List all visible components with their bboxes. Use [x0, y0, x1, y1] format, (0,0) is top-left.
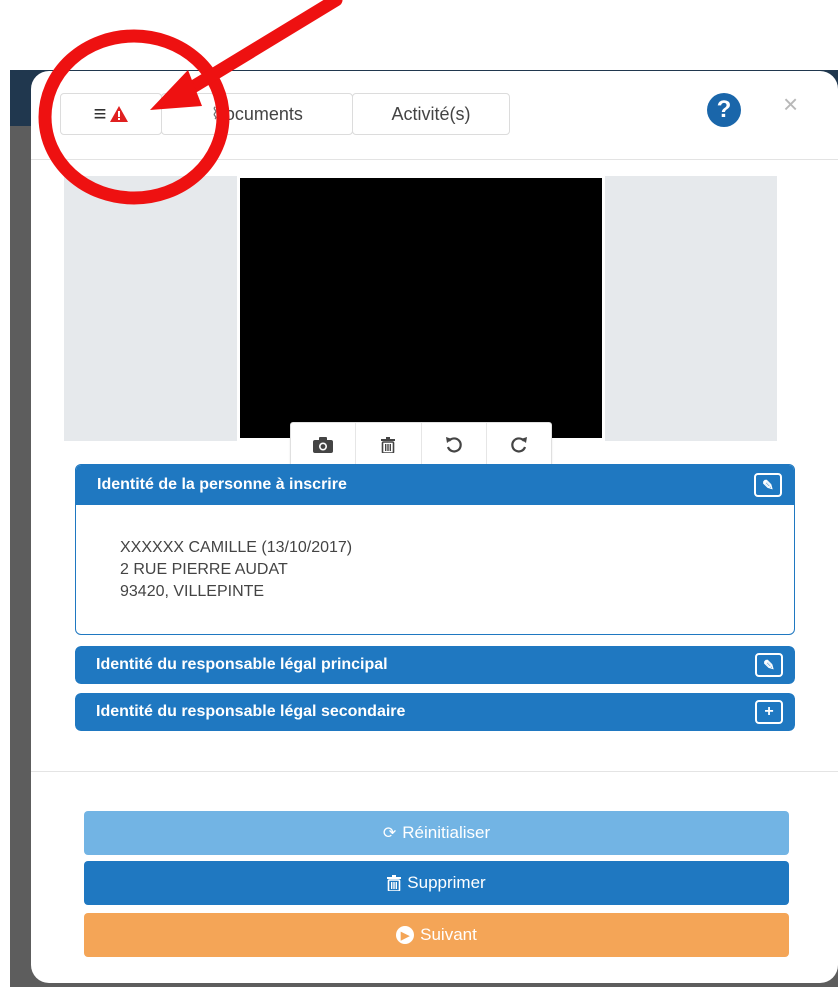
- close-icon[interactable]: ×: [783, 91, 798, 117]
- add-button[interactable]: +: [755, 700, 783, 724]
- photo-toolbar: [290, 422, 552, 468]
- rotate-right-icon: [511, 437, 527, 453]
- photo-preview: [240, 178, 602, 438]
- person-address-line: 2 RUE PIERRE AUDAT: [120, 561, 288, 578]
- camera-icon: [313, 437, 334, 453]
- close-glyph: ×: [783, 89, 799, 119]
- tab-documents[interactable]: ⌇ ocuments: [161, 93, 353, 135]
- rotate-left-icon: [445, 437, 462, 453]
- plus-icon: +: [764, 703, 774, 720]
- person-city-line: 93420, VILLEPINTE: [120, 583, 265, 600]
- edit-icon: ✎: [762, 476, 774, 493]
- tab-menu[interactable]: ≡: [60, 93, 162, 135]
- rotate-right-button[interactable]: [487, 423, 551, 467]
- edit-icon: ✎: [763, 656, 775, 673]
- panel-title: Identité de la personne à inscrire: [97, 476, 347, 493]
- trash-icon: [387, 875, 402, 891]
- panel-responsable-principal[interactable]: Identité du responsable légal principal …: [75, 646, 795, 684]
- panel-identite-personne: Identité de la personne à inscrire ✎ XXX…: [75, 464, 795, 635]
- next-label: Suivant: [420, 925, 477, 944]
- divider: [31, 771, 838, 772]
- hamburger-icon: ≡: [93, 101, 107, 126]
- tab-documents-label: ocuments: [224, 103, 303, 124]
- photo-side-right: [605, 176, 777, 441]
- panel-header: Identité de la personne à inscrire ✎: [76, 465, 794, 505]
- paperclip-icon: ⌇: [211, 106, 219, 123]
- panel-header: Identité du responsable légal principal …: [75, 646, 795, 684]
- rotate-left-button[interactable]: [422, 423, 487, 467]
- reset-button[interactable]: ⟳ Réinitialiser: [84, 811, 789, 855]
- panel-header: Identité du responsable légal secondaire…: [75, 693, 795, 731]
- edit-button[interactable]: ✎: [755, 653, 783, 677]
- panel-title: Identité du responsable légal principal: [96, 656, 388, 673]
- modal-tabs: ≡ ⌇ ocuments Activité(s): [60, 93, 510, 135]
- edit-button[interactable]: ✎: [754, 473, 782, 497]
- registration-modal: ≡ ⌇ ocuments Activité(s) ? × Identité de…: [31, 71, 838, 983]
- panel-title: Identité du responsable légal secondaire: [96, 703, 406, 720]
- panel-body: XXXXXX CAMILLE (13/10/2017) 2 RUE PIERRE…: [76, 505, 794, 603]
- arrow-right-circle-icon: ▶: [396, 926, 415, 944]
- next-button[interactable]: ▶ Suivant: [84, 913, 789, 957]
- question-circle-icon[interactable]: ?: [707, 93, 741, 127]
- refresh-icon: ⟳: [382, 825, 397, 842]
- reset-label: Réinitialiser: [402, 823, 491, 842]
- delete-label: Supprimer: [407, 873, 486, 892]
- modal-header: ≡ ⌇ ocuments Activité(s) ? ×: [31, 71, 838, 160]
- warning-triangle-icon: [110, 106, 129, 122]
- tab-activites-label: Activité(s): [391, 103, 471, 124]
- delete-button[interactable]: Supprimer: [84, 861, 789, 905]
- help-glyph: ?: [716, 96, 732, 123]
- photo-side-left: [64, 176, 237, 441]
- person-name-line: XXXXXX CAMILLE (13/10/2017): [120, 539, 353, 556]
- panel-responsable-secondaire[interactable]: Identité du responsable légal secondaire…: [75, 693, 795, 731]
- camera-button[interactable]: [291, 423, 357, 467]
- delete-photo-button[interactable]: [356, 423, 422, 467]
- tab-activites[interactable]: Activité(s): [352, 93, 510, 135]
- trash-icon: [381, 437, 396, 453]
